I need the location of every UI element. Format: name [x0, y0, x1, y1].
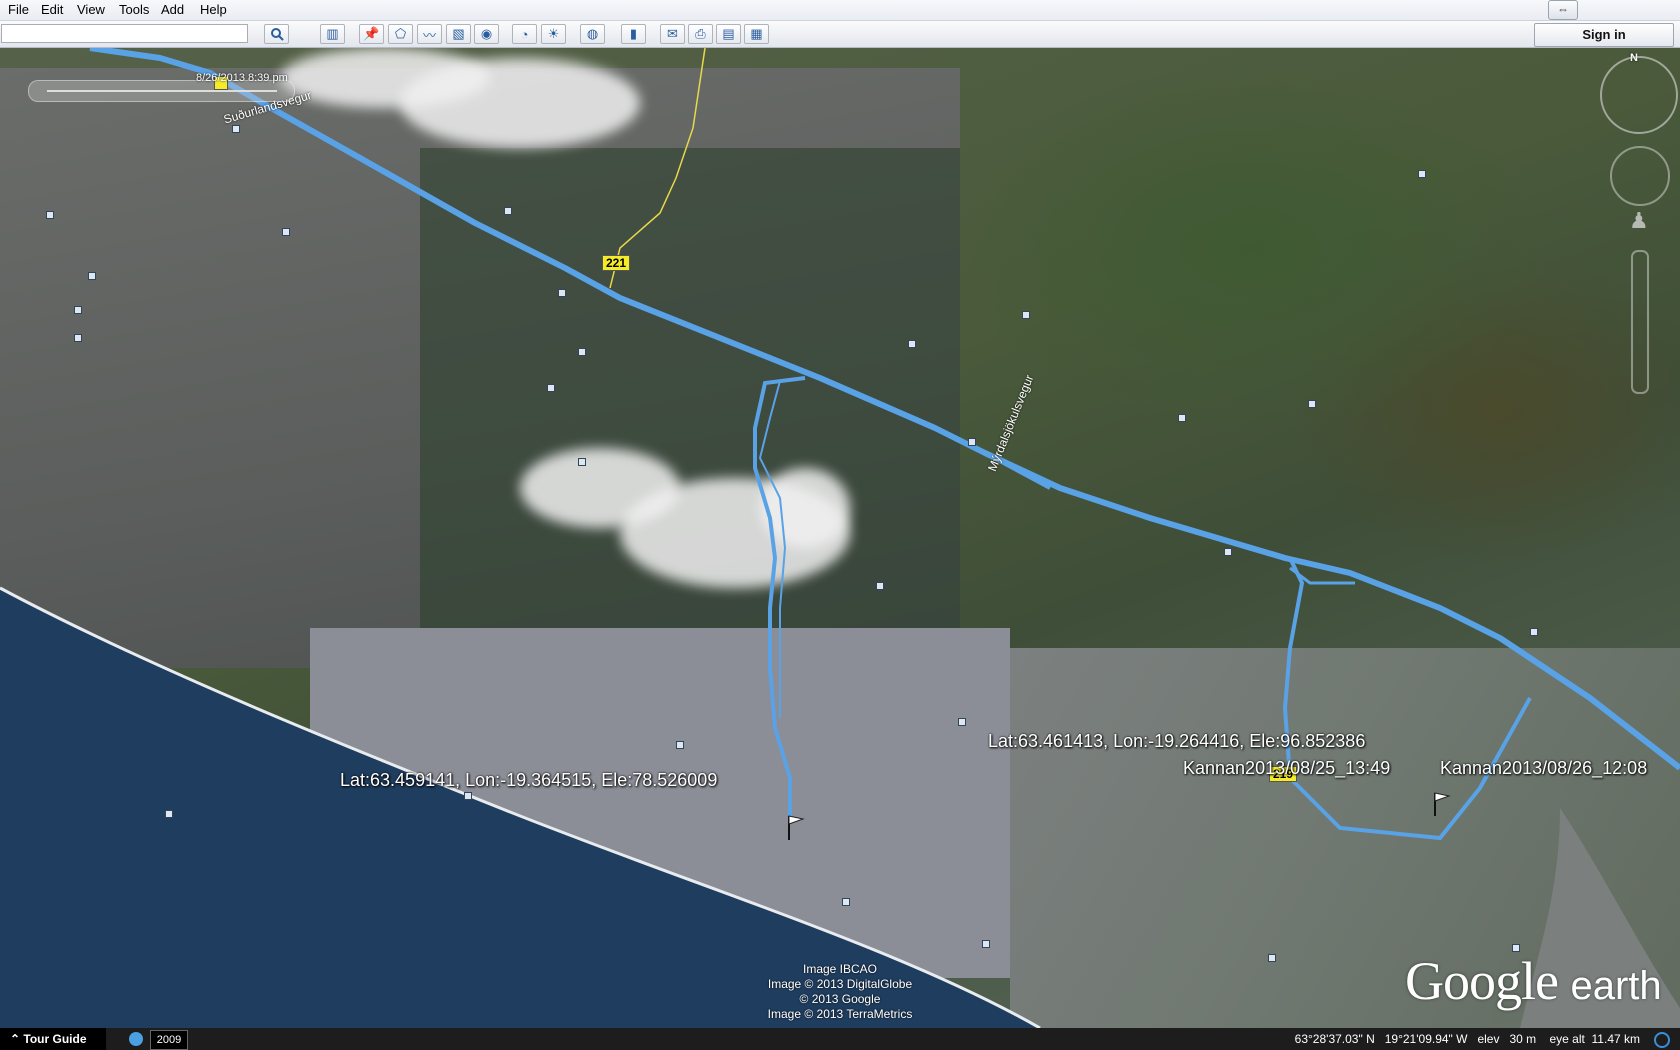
- photo-placemark-icon[interactable]: [1224, 548, 1232, 556]
- look-joystick[interactable]: [1610, 146, 1670, 206]
- photo-placemark-icon[interactable]: [282, 228, 290, 236]
- menu-help[interactable]: Help: [200, 2, 227, 17]
- map-view[interactable]: 221 219 Suðurlandsvegur Mýrdalsjökulsveg…: [0, 48, 1680, 1028]
- toolbar: ▥ 📌 ⬠ 〰 ▧ ◉ ◔ ☀ ◍ ▮ ✉ ⎙ ▤ ▦ Sign in: [0, 21, 1680, 48]
- print-icon[interactable]: ⎙: [688, 24, 713, 44]
- ruler-icon[interactable]: ▮: [621, 24, 646, 44]
- photo-placemark-icon[interactable]: [464, 792, 472, 800]
- time-slider-track: [47, 90, 277, 92]
- photo-placemark-icon[interactable]: [504, 207, 512, 215]
- pegman-icon[interactable]: ♟: [1629, 208, 1649, 238]
- coordinate-readout: 63°28'37.03" N 19°21'09.94" W elev 30 m …: [1294, 1032, 1640, 1046]
- directx-icon[interactable]: ▦: [744, 24, 769, 44]
- chevron-up-icon: ⌃: [10, 1032, 24, 1046]
- road-shield-221: 221: [602, 255, 631, 271]
- menu-bar: File Edit View Tools Add Help ⇔: [0, 0, 1680, 21]
- polygon-icon[interactable]: ⬠: [388, 24, 413, 44]
- photo-placemark-icon[interactable]: [547, 384, 555, 392]
- gps-track-main: [89, 48, 1680, 771]
- sign-in-button[interactable]: Sign in: [1534, 23, 1674, 47]
- photo-placemark-icon[interactable]: [46, 211, 54, 219]
- placemark-label[interactable]: Kannan2013/08/25_13:49: [1183, 758, 1390, 779]
- attribution-line: Image © 2013 TerraMetrics: [767, 1007, 913, 1021]
- photo-placemark-icon[interactable]: [578, 458, 586, 466]
- menu-add[interactable]: Add: [161, 2, 184, 17]
- placemark-label[interactable]: Lat:63.461413, Lon:-19.264416, Ele:96.85…: [988, 731, 1365, 752]
- photo-placemark-icon[interactable]: [1268, 954, 1276, 962]
- photo-placemark-icon[interactable]: [842, 898, 850, 906]
- planets-icon[interactable]: ◍: [580, 24, 605, 44]
- tour-guide-button[interactable]: ⌃ Tour Guide: [0, 1028, 106, 1050]
- photo-placemark-icon[interactable]: [558, 289, 566, 297]
- historical-imagery-icon[interactable]: [129, 1032, 143, 1046]
- placemark-label[interactable]: Kannan2013/08/26_12:08: [1440, 758, 1647, 779]
- restore-window-icon[interactable]: ⇔: [1548, 0, 1578, 20]
- photo-placemark-icon[interactable]: [88, 272, 96, 280]
- time-slider-label: 8/26/2013 8:39 pm: [196, 72, 288, 84]
- menu-view[interactable]: View: [77, 2, 105, 17]
- menu-file[interactable]: File: [8, 2, 29, 17]
- historical-imagery-icon[interactable]: ◔: [512, 24, 537, 44]
- photo-placemark-icon[interactable]: [1178, 414, 1186, 422]
- photo-placemark-icon[interactable]: [578, 348, 586, 356]
- logo-earth: earth: [1570, 964, 1662, 1008]
- photo-placemark-icon[interactable]: [876, 582, 884, 590]
- view-in-maps-icon[interactable]: ▤: [716, 24, 741, 44]
- search-icon: [270, 28, 284, 41]
- google-earth-logo: Google earth: [1405, 950, 1662, 1012]
- gps-track-south-right: [1282, 557, 1532, 841]
- photo-placemark-icon[interactable]: [74, 306, 82, 314]
- search-input[interactable]: [1, 24, 248, 43]
- placemark-label[interactable]: Lat:63.459141, Lon:-19.364515, Ele:78.52…: [340, 770, 717, 791]
- photo-placemark-icon[interactable]: [982, 940, 990, 948]
- sidebar-toggle-icon[interactable]: ▥: [320, 24, 345, 44]
- historical-imagery-year[interactable]: 2009: [150, 1030, 188, 1050]
- path-icon[interactable]: 〰: [417, 24, 442, 44]
- record-tour-icon[interactable]: ◉: [474, 24, 499, 44]
- menu-edit[interactable]: Edit: [41, 2, 63, 17]
- photo-placemark-icon[interactable]: [232, 125, 240, 133]
- placemark-icon[interactable]: 📌: [359, 24, 384, 44]
- flag-icon[interactable]: [1434, 792, 1451, 816]
- logo-google: Google: [1405, 951, 1559, 1011]
- attribution-line: Image © 2013 DigitalGlobe: [767, 977, 913, 991]
- map-overlay: [0, 48, 1680, 1028]
- tour-guide-label: Tour Guide: [23, 1032, 87, 1046]
- sunlight-icon[interactable]: ☀: [541, 24, 566, 44]
- photo-placemark-icon[interactable]: [908, 340, 916, 348]
- compass-ring[interactable]: [1600, 56, 1678, 134]
- photo-placemark-icon[interactable]: [1530, 628, 1538, 636]
- photo-placemark-icon[interactable]: [1418, 170, 1426, 178]
- photo-placemark-icon[interactable]: [958, 718, 966, 726]
- attribution: Image IBCAO Image © 2013 DigitalGlobe © …: [740, 962, 940, 1022]
- photo-placemark-icon[interactable]: [1022, 311, 1030, 319]
- image-overlay-icon[interactable]: ▧: [446, 24, 471, 44]
- road-221: [609, 48, 706, 289]
- photo-placemark-icon[interactable]: [1308, 400, 1316, 408]
- photo-placemark-icon[interactable]: [676, 741, 684, 749]
- photo-placemark-icon[interactable]: [968, 438, 976, 446]
- flag-icon[interactable]: [788, 815, 805, 840]
- zoom-slider[interactable]: [1631, 250, 1649, 394]
- streaming-indicator-icon: [1654, 1032, 1670, 1048]
- attribution-line: Image IBCAO: [802, 962, 878, 976]
- menu-tools[interactable]: Tools: [119, 2, 149, 17]
- photo-placemark-icon[interactable]: [165, 810, 173, 818]
- email-icon[interactable]: ✉: [660, 24, 685, 44]
- status-bar: ⌃ Tour Guide 2009 63°28'37.03" N 19°21'0…: [0, 1028, 1680, 1050]
- photo-placemark-icon[interactable]: [74, 334, 82, 342]
- attribution-line: © 2013 Google: [799, 992, 881, 1006]
- search-button[interactable]: [264, 24, 289, 44]
